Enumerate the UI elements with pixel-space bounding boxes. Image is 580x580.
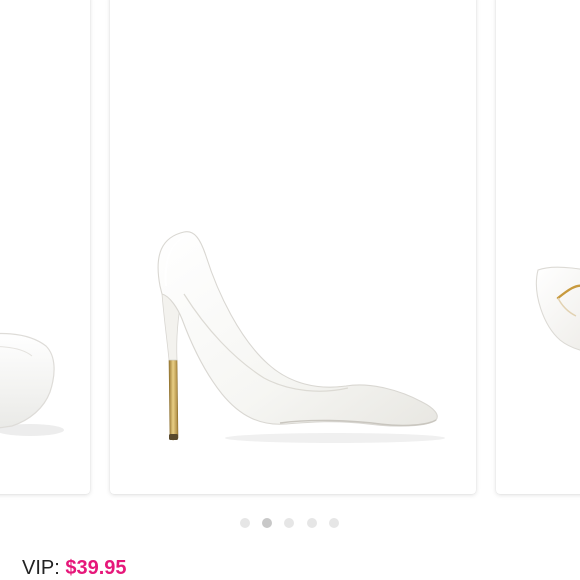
carousel-pagination xyxy=(0,518,580,530)
pagination-dot-2-active[interactable] xyxy=(262,518,272,528)
vip-price-label: VIP: xyxy=(22,557,66,579)
product-image-viewer: VIP: $39.95 xyxy=(0,0,580,580)
shoe-front-view-image xyxy=(0,332,64,436)
image-carousel[interactable] xyxy=(0,0,580,500)
pagination-dot-1[interactable] xyxy=(240,518,250,528)
pagination-dot-3[interactable] xyxy=(284,518,294,528)
carousel-slide-previous[interactable] xyxy=(0,0,90,494)
pagination-dot-5[interactable] xyxy=(329,518,339,528)
shoe-side-view-image xyxy=(157,231,445,443)
shoe-back-view-image xyxy=(535,266,580,351)
pagination-dot-4[interactable] xyxy=(307,518,317,528)
carousel-slide-current[interactable] xyxy=(110,0,476,494)
carousel-slide-next[interactable] xyxy=(496,0,580,494)
vip-price-value: $39.95 xyxy=(65,557,127,579)
vip-price: VIP: $39.95 xyxy=(22,555,127,580)
